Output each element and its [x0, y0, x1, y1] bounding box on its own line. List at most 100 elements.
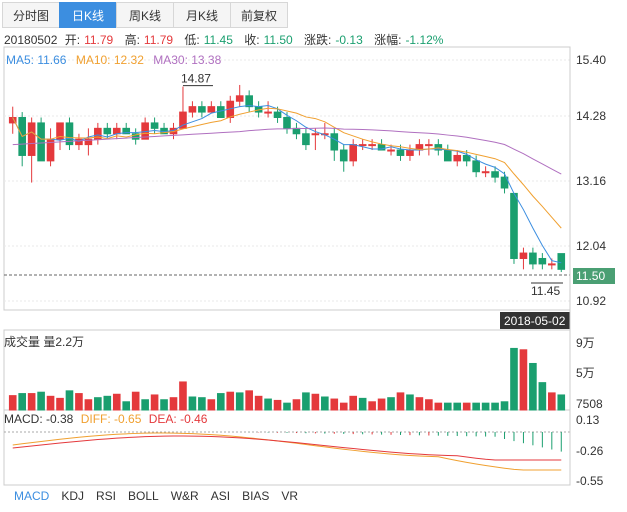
volume-tick-label: 7508	[576, 397, 603, 411]
indicator-tab-macd[interactable]: MACD	[14, 489, 49, 503]
candle-body	[273, 111, 282, 118]
volume-bar	[226, 391, 235, 411]
volume-bar	[150, 394, 159, 411]
volume-bar	[425, 399, 433, 411]
candle-body	[103, 127, 112, 135]
diff-value: DIFF: -0.65	[80, 412, 142, 426]
date-marker-label: 2018-05-02	[504, 314, 566, 328]
candle-body	[216, 106, 225, 118]
candle-body	[453, 154, 462, 162]
volume-bar	[321, 396, 329, 411]
candle-body	[481, 171, 490, 174]
volume-bar	[491, 402, 499, 411]
candle-body	[339, 149, 348, 162]
volume-bar	[103, 395, 112, 411]
price-panel	[3, 46, 571, 311]
volume-bar	[65, 390, 74, 411]
dea-value: DEA: -0.46	[148, 412, 208, 426]
candle-body	[112, 127, 121, 135]
candle-body	[349, 144, 358, 162]
volume-bar	[122, 401, 131, 411]
volume-bar	[84, 399, 93, 411]
candle-body	[538, 257, 547, 265]
volume-bar	[46, 395, 55, 411]
macd-tick-label: 0.13	[576, 413, 600, 427]
max-price-marker: 14.87	[181, 72, 211, 86]
macd-legend: MACD: -0.38 DIFF: -0.65 DEA: -0.46	[4, 412, 211, 426]
candle-body	[292, 127, 301, 135]
price-tick-label: 15.40	[576, 53, 606, 67]
volume-bar	[216, 393, 225, 411]
kline-chart[interactable]: 15.40 14.28 13.16 12.04 10.92 11.50 2018-05-02…	[0, 0, 627, 512]
candle-body	[425, 144, 433, 147]
candle-body	[548, 263, 556, 266]
indicator-tab-vr[interactable]: VR	[281, 489, 298, 503]
volume-bar	[160, 399, 168, 411]
volume-bar	[37, 391, 45, 411]
volume-bar	[131, 391, 140, 411]
candle-body	[519, 252, 528, 259]
volume-bar	[302, 392, 310, 411]
volume-bar	[273, 399, 282, 411]
price-tick-label: 12.04	[576, 239, 606, 253]
ma10-label: MA10: 12.32	[75, 53, 144, 67]
volume-bar	[368, 401, 376, 411]
indicator-tab-rsi[interactable]: RSI	[96, 489, 116, 503]
volume-bar	[358, 397, 367, 411]
volume-legend: 成交量 量2.2万	[4, 335, 85, 349]
candle-body	[37, 122, 45, 162]
indicator-tab-asi[interactable]: ASI	[211, 489, 230, 503]
volume-bar	[453, 402, 462, 411]
volume-bar	[112, 393, 121, 411]
indicator-tab-wr[interactable]: W&R	[171, 489, 199, 503]
ma-legend: MA5: 11.66 MA10: 12.32 MA30: 13.38	[6, 53, 227, 67]
candle-body	[387, 149, 395, 152]
volume-bar	[264, 398, 272, 411]
volume-bar	[481, 402, 490, 411]
candle-body	[557, 253, 566, 270]
volume-bar	[415, 397, 424, 411]
candle-body	[198, 106, 206, 113]
volume-bar	[396, 392, 405, 411]
diff-line	[12, 432, 562, 471]
volume-bar	[538, 382, 547, 411]
volume-bar	[548, 392, 556, 411]
candle-body	[406, 149, 414, 156]
volume-tick-label: 5万	[576, 366, 595, 380]
indicator-tab-bias[interactable]: BIAS	[242, 489, 269, 503]
indicator-tab-boll[interactable]: BOLL	[128, 489, 159, 503]
candle-body	[396, 149, 405, 156]
macd-tick-label: -0.55	[576, 474, 604, 488]
volume-bar	[27, 393, 36, 411]
volume-bar	[472, 402, 480, 411]
volume-bar	[245, 390, 253, 411]
candle-body	[472, 160, 480, 173]
candle-body	[264, 111, 272, 114]
min-price-marker: 11.45	[531, 284, 560, 298]
candle-body	[27, 122, 36, 156]
volume-bar	[377, 398, 386, 411]
current-price-label: 11.50	[576, 269, 605, 283]
volume-bar	[510, 347, 518, 411]
volume-tick-label: 9万	[576, 336, 595, 350]
indicator-tab-kdj[interactable]: KDJ	[61, 489, 84, 503]
volume-bar	[254, 395, 263, 411]
volume-bar	[339, 402, 348, 411]
volume-bar	[292, 399, 301, 411]
price-tick-label: 10.92	[576, 294, 606, 308]
candle-body	[311, 133, 320, 136]
candle-body	[302, 133, 310, 146]
dea-line	[12, 435, 562, 461]
volume-bar	[235, 392, 244, 411]
candle-body	[510, 192, 518, 259]
volume-bar	[179, 381, 187, 411]
candle-body	[358, 144, 367, 147]
macd-value: MACD: -0.38	[4, 412, 74, 426]
volume-bar	[141, 399, 149, 411]
volume-bar	[75, 393, 83, 411]
volume-bar	[330, 398, 339, 411]
candle-body	[330, 133, 339, 151]
volume-bar	[207, 399, 216, 411]
candle-body	[368, 144, 376, 147]
candle-body	[283, 116, 291, 129]
